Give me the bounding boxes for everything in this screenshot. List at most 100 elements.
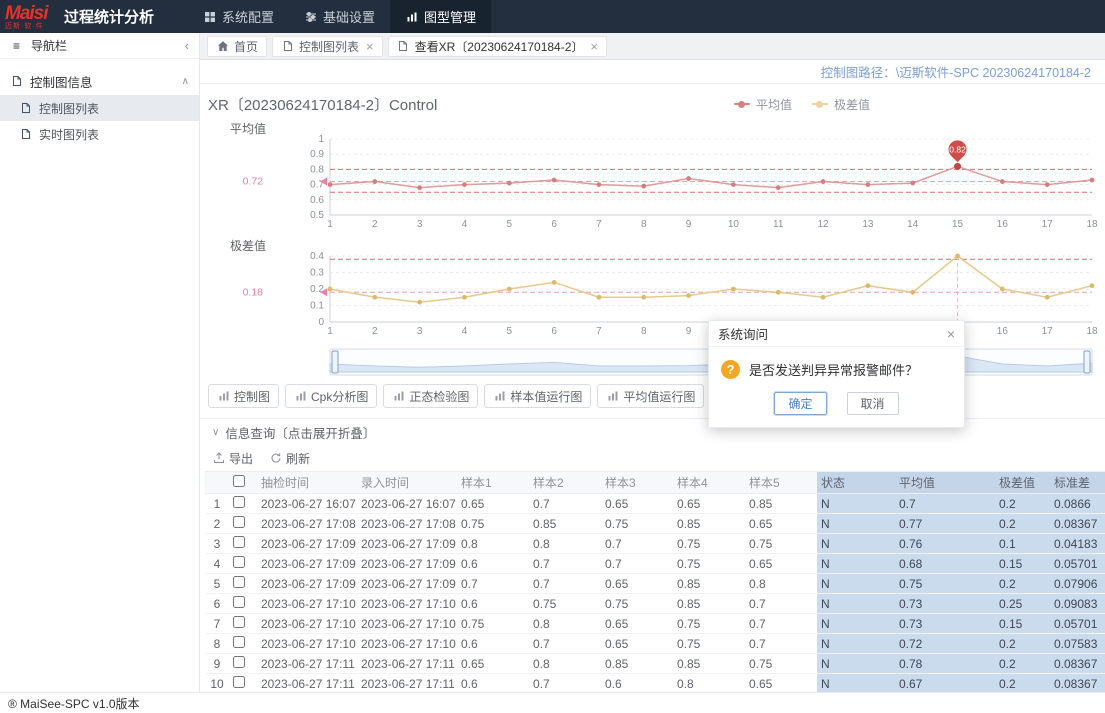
tab-view-xr[interactable]: 查看XR〔20230624170184-2〕× — [388, 36, 607, 57]
row-select-cell — [229, 674, 257, 693]
tab-control-chart-list[interactable]: 控制图列表× — [272, 36, 383, 57]
refresh-button[interactable]: 刷新 — [269, 450, 310, 467]
row-index: 8 — [205, 634, 229, 654]
row-checkbox[interactable] — [233, 536, 245, 548]
close-tab-icon[interactable]: × — [590, 39, 598, 54]
chart-legend: 平均值 极差值 — [734, 96, 870, 113]
column-header: 抽检时间 — [257, 472, 357, 494]
chart-icon — [493, 390, 506, 403]
cell-status: N — [817, 494, 895, 514]
tab-home[interactable]: 首页 — [207, 36, 267, 57]
row-select-cell — [229, 634, 257, 654]
sidebar-item-control-chart-list[interactable]: 控制图列表 — [0, 95, 199, 121]
svg-text:1: 1 — [327, 219, 333, 230]
button-control-chart[interactable]: 控制图 — [208, 384, 279, 408]
export-icon — [212, 452, 225, 465]
cell-sample: 0.8 — [673, 674, 745, 693]
dialog-header: 系统询问 × — [709, 321, 964, 347]
close-tab-icon[interactable]: × — [366, 39, 374, 54]
row-checkbox[interactable] — [233, 676, 245, 688]
cell-std: 0.08367 — [1050, 514, 1105, 534]
cell-sample: 0.7 — [745, 594, 817, 614]
button-sample-run[interactable]: 样本值运行图 — [484, 384, 591, 408]
row-checkbox[interactable] — [233, 596, 245, 608]
sidebar-group-control-chart-info[interactable]: 控制图信息∧ — [0, 67, 199, 95]
cell-sample: 0.7 — [529, 634, 601, 654]
row-checkbox[interactable] — [233, 636, 245, 648]
row-select-cell — [229, 494, 257, 514]
doc-icon — [19, 102, 32, 115]
breadcrumb[interactable]: 控制图路径：\迈斯软件-SPC 20230624170184-2 — [821, 62, 1091, 81]
row-checkbox[interactable] — [233, 576, 245, 588]
menu-item-system-config[interactable]: 系统配置 — [188, 0, 289, 33]
button-cpk-analysis[interactable]: Cpk分析图 — [285, 384, 377, 408]
cell-sample: 0.85 — [745, 494, 817, 514]
cell-sample-time: 2023-06-27 17:10 — [257, 614, 357, 634]
sidebar: ≡ 导航栏 ‹ 控制图信息∧控制图列表实时图列表 — [0, 33, 200, 692]
chart-zoom-slider[interactable] — [205, 348, 1105, 376]
row-checkbox[interactable] — [233, 496, 245, 508]
row-checkbox[interactable] — [233, 516, 245, 528]
close-icon[interactable]: × — [947, 326, 955, 342]
column-header: 样本3 — [601, 472, 673, 494]
button-mean-run[interactable]: 平均值运行图 — [597, 384, 704, 408]
button-label: 样本值运行图 — [510, 388, 582, 405]
legend-item[interactable]: 极差值 — [812, 96, 870, 113]
menu-item-basic-settings[interactable]: 基础设置 — [289, 0, 390, 33]
cell-mean: 0.68 — [895, 554, 995, 574]
chart-icon — [405, 10, 418, 23]
cell-sample: 0.8 — [457, 534, 529, 554]
cell-mean: 0.72 — [895, 634, 995, 654]
svg-text:0.82: 0.82 — [949, 144, 966, 154]
sidebar-menu: 控制图信息∧控制图列表实时图列表 — [0, 59, 199, 147]
select-all-checkbox[interactable] — [233, 475, 245, 487]
hamburger-icon[interactable]: ≡ — [10, 39, 23, 52]
chart-icon — [217, 390, 230, 403]
cell-range: 0.25 — [995, 594, 1050, 614]
cell-entry-time: 2023-06-27 17:08 — [357, 514, 457, 534]
cell-status: N — [817, 594, 895, 614]
index-header — [205, 472, 229, 494]
zoom-slider-track[interactable] — [205, 348, 1100, 376]
table-row: 92023-06-27 17:112023-06-27 17:110.650.8… — [205, 654, 1105, 674]
svg-text:6: 6 — [551, 219, 557, 230]
cell-range: 0.2 — [995, 654, 1050, 674]
info-query-toggle[interactable]: ∨ 信息查询〔点击展开折叠〕 — [200, 418, 1105, 445]
collapse-sidebar-icon[interactable]: ‹ — [185, 38, 189, 53]
sidebar-item-realtime-chart-list[interactable]: 实时图列表 — [0, 121, 199, 147]
version-label: ® MaiSee-SPC v1.0版本 — [8, 695, 140, 712]
button-normality-test[interactable]: 正态检验图 — [383, 384, 478, 408]
svg-text:11: 11 — [773, 219, 784, 230]
row-checkbox[interactable] — [233, 616, 245, 628]
mean-axis-title: 平均值 — [230, 120, 1105, 134]
row-select-cell — [229, 654, 257, 674]
chart-title: XR〔20230624170184-2〕Control — [208, 94, 437, 115]
table-row: 72023-06-27 17:102023-06-27 17:100.750.8… — [205, 614, 1105, 634]
column-header: 标准差 — [1050, 472, 1105, 494]
row-checkbox[interactable] — [233, 656, 245, 668]
confirm-button[interactable]: 确定 — [774, 392, 826, 415]
logo-text: Maisi — [5, 4, 58, 23]
table-row: 12023-06-27 16:072023-06-27 16:070.650.7… — [205, 494, 1105, 514]
table-row: 62023-06-27 17:102023-06-27 17:100.60.75… — [205, 594, 1105, 614]
svg-text:16: 16 — [997, 326, 1009, 337]
export-button[interactable]: 导出 — [212, 450, 253, 467]
sidebar-title: 导航栏 — [31, 37, 67, 54]
cancel-button[interactable]: 取消 — [847, 392, 899, 415]
cell-sample: 0.8 — [529, 654, 601, 674]
svg-text:0.1: 0.1 — [310, 301, 324, 312]
svg-text:13: 13 — [862, 219, 874, 230]
info-query-label: 信息查询〔点击展开折叠〕 — [225, 423, 375, 442]
cell-sample-time: 2023-06-27 17:09 — [257, 554, 357, 574]
cell-range: 0.2 — [995, 574, 1050, 594]
row-index: 10 — [205, 674, 229, 693]
row-checkbox[interactable] — [233, 556, 245, 568]
column-header: 平均值 — [895, 472, 995, 494]
chevron-up-icon: ∧ — [182, 76, 189, 87]
svg-text:17: 17 — [1042, 326, 1054, 337]
cell-sample: 0.75 — [457, 614, 529, 634]
cell-sample: 0.7 — [529, 494, 601, 514]
legend-item[interactable]: 平均值 — [734, 96, 792, 113]
cell-status: N — [817, 674, 895, 693]
menu-item-chart-management[interactable]: 图型管理 — [390, 0, 491, 33]
